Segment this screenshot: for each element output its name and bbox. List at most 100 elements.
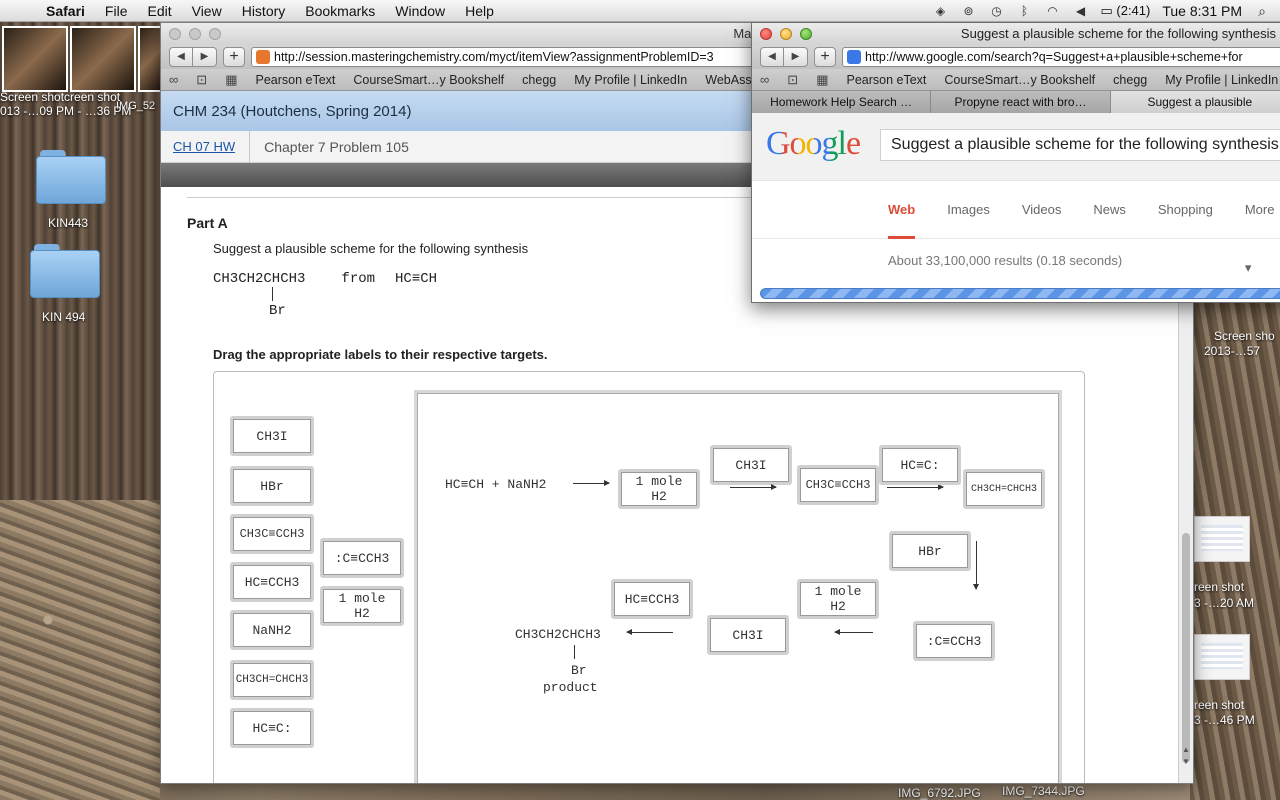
desktop-label-right-shot3[interactable]: reen shot xyxy=(1194,698,1244,712)
target-slot[interactable]: HBr xyxy=(889,531,971,571)
tab-news[interactable]: News xyxy=(1093,181,1126,239)
tab-images[interactable]: Images xyxy=(947,181,990,239)
menu-window[interactable]: Window xyxy=(395,3,445,19)
target-slot[interactable]: HC≡CCH3 xyxy=(611,579,693,619)
desktop-label-bottom2[interactable]: IMG_7344.JPG xyxy=(1002,784,1085,798)
bookmark-item[interactable]: chegg xyxy=(522,73,556,87)
google-search-input[interactable]: Suggest a plausible scheme for the follo… xyxy=(880,129,1280,161)
desktop-thumbnail[interactable] xyxy=(70,26,136,92)
desktop-label-folder1[interactable]: KIN443 xyxy=(48,216,88,230)
bookmark-item[interactable]: My Profile | LinkedIn xyxy=(1165,73,1278,87)
address-url: http://session.masteringchemistry.com/my… xyxy=(274,50,714,64)
bookmarks-book-icon[interactable]: ⊡ xyxy=(196,72,207,88)
bookmark-item[interactable]: Pearson eText xyxy=(255,73,335,87)
draggable-label[interactable]: :C≡CCH3 xyxy=(320,538,404,578)
back-button[interactable]: ◀ xyxy=(169,47,193,67)
draggable-label[interactable]: HBr xyxy=(230,466,314,506)
draggable-label[interactable]: 1 mole H2 xyxy=(320,586,404,626)
target-slot[interactable]: CH3CH=CHCH3 xyxy=(963,469,1045,509)
desktop-label-folder2[interactable]: KIN 494 xyxy=(42,310,85,324)
target-slot[interactable]: CH3C≡CCH3 xyxy=(797,465,879,505)
desktop-label-right-shot1[interactable]: Screen sho xyxy=(1214,329,1275,343)
arrow-left-icon xyxy=(834,629,873,635)
wifi-icon[interactable]: ◠ xyxy=(1044,4,1060,18)
target-slot[interactable]: CH3I xyxy=(707,615,789,655)
draggable-label[interactable]: NaNH2 xyxy=(230,610,314,650)
top-sites-grid-icon[interactable]: ▦ xyxy=(225,72,237,88)
scheme-target-area[interactable]: HC≡CH + NaNH2 1 mole H2 CH3I CH3C≡CCH3 H… xyxy=(414,390,1062,783)
forward-button[interactable]: ▶ xyxy=(193,47,217,67)
desktop-thumbnail[interactable] xyxy=(1194,516,1250,562)
menu-history[interactable]: History xyxy=(242,3,286,19)
volume-icon[interactable]: ◀ xyxy=(1072,4,1088,18)
scheme-start: HC≡CH + NaNH2 xyxy=(445,477,547,492)
browser-tab[interactable]: Homework Help Search … xyxy=(752,91,932,113)
bookmark-item[interactable]: My Profile | LinkedIn xyxy=(574,73,687,87)
bookmark-item[interactable]: chegg xyxy=(1113,73,1147,87)
menu-file[interactable]: File xyxy=(105,3,128,19)
menu-edit[interactable]: Edit xyxy=(147,3,171,19)
reading-list-icon[interactable]: ∞ xyxy=(760,72,769,87)
desktop-label-right-shot2[interactable]: reen shot xyxy=(1194,580,1244,594)
breadcrumb-current: Chapter 7 Problem 105 xyxy=(264,138,409,155)
draggable-label[interactable]: CH3C≡CCH3 xyxy=(230,514,314,554)
target-slot[interactable]: :C≡CCH3 xyxy=(913,621,995,661)
tab-more[interactable]: More ▾ xyxy=(1245,181,1275,275)
time-machine-icon[interactable]: ◷ xyxy=(988,4,1004,18)
scroll-up-icon[interactable]: ▲ xyxy=(1179,745,1193,757)
browser-tab[interactable]: Propyne react with bro… xyxy=(931,91,1111,113)
tab-web[interactable]: Web xyxy=(888,181,916,239)
battery-indicator[interactable]: ▭ (2:41) xyxy=(1100,3,1150,19)
desktop-label-bottom1[interactable]: IMG_6792.JPG xyxy=(898,786,981,800)
desktop-thumbnail[interactable] xyxy=(1194,634,1250,680)
add-bookmark-button[interactable]: + xyxy=(814,47,836,67)
desktop-label-screenshots-sub: 013 -…09 PM - …36 PM xyxy=(0,104,132,118)
bookmark-item[interactable]: Pearson eText xyxy=(846,73,926,87)
target-slot[interactable]: HC≡C: xyxy=(879,445,961,485)
window-titlebar[interactable]: Suggest a plausible scheme for the follo… xyxy=(752,23,1280,45)
scrollbar-thumb[interactable] xyxy=(1182,533,1190,763)
add-bookmark-button[interactable]: + xyxy=(223,47,245,67)
desktop-thumbnail[interactable] xyxy=(2,26,68,92)
target-slot[interactable]: 1 mole H2 xyxy=(618,469,700,509)
target-slot[interactable]: CH3I xyxy=(710,445,792,485)
menubar-clock[interactable]: Tue 8:31 PM xyxy=(1162,3,1242,19)
spotlight-search-icon[interactable]: ⌕ xyxy=(1254,4,1270,18)
reading-list-icon[interactable]: ∞ xyxy=(169,72,178,87)
bluetooth-icon[interactable]: ᛒ xyxy=(1016,4,1032,18)
tab-videos[interactable]: Videos xyxy=(1022,181,1062,239)
breadcrumb-assignment-link[interactable]: CH 07 HW xyxy=(161,130,251,163)
course-title[interactable]: CHM 234 (Houtchens, Spring 2014) xyxy=(173,103,411,120)
draggable-label[interactable]: HC≡C: xyxy=(230,708,314,748)
back-button[interactable]: ◀ xyxy=(760,47,784,67)
google-logo[interactable]: Google xyxy=(766,125,861,163)
bookmark-item[interactable]: CourseSmart…y Bookshelf xyxy=(944,73,1095,87)
bookmark-item[interactable]: WebAssi xyxy=(705,73,754,87)
desktop-label-screenshots[interactable]: Screen shotcreen shot xyxy=(0,90,120,104)
folder-icon[interactable] xyxy=(36,150,106,206)
draggable-label[interactable]: CH3I xyxy=(230,416,314,456)
address-bar[interactable]: http://www.google.com/search?q=Suggest+a… xyxy=(842,47,1280,67)
product-br: Br xyxy=(571,663,587,678)
bookmark-item[interactable]: CourseSmart…y Bookshelf xyxy=(353,73,504,87)
draggable-label[interactable]: HC≡CCH3 xyxy=(230,562,314,602)
menu-help[interactable]: Help xyxy=(465,3,494,19)
bookmarks-book-icon[interactable]: ⊡ xyxy=(787,72,798,88)
question-text: Suggest a plausible scheme for the follo… xyxy=(213,241,529,256)
sync-icon[interactable]: ⊚ xyxy=(960,4,976,18)
menu-app-safari[interactable]: Safari xyxy=(46,3,85,19)
menu-bookmarks[interactable]: Bookmarks xyxy=(305,3,375,19)
product-formula: CH3CH2CHCH3 xyxy=(515,627,601,642)
target-slot[interactable]: 1 mole H2 xyxy=(797,579,879,619)
draggable-label[interactable]: CH3CH=CHCH3 xyxy=(230,660,314,700)
app-status-icon[interactable]: ◈ xyxy=(932,4,948,18)
forward-button[interactable]: ▶ xyxy=(784,47,808,67)
arrow-left-icon xyxy=(626,629,673,635)
folder-icon[interactable] xyxy=(30,244,100,300)
browser-tab-active[interactable]: Suggest a plausible xyxy=(1110,91,1280,113)
menu-view[interactable]: View xyxy=(192,3,222,19)
scroll-down-icon[interactable]: ▼ xyxy=(1179,757,1193,769)
apple-icon[interactable] xyxy=(14,2,32,20)
tab-shopping[interactable]: Shopping xyxy=(1158,181,1213,239)
top-sites-grid-icon[interactable]: ▦ xyxy=(816,72,828,88)
